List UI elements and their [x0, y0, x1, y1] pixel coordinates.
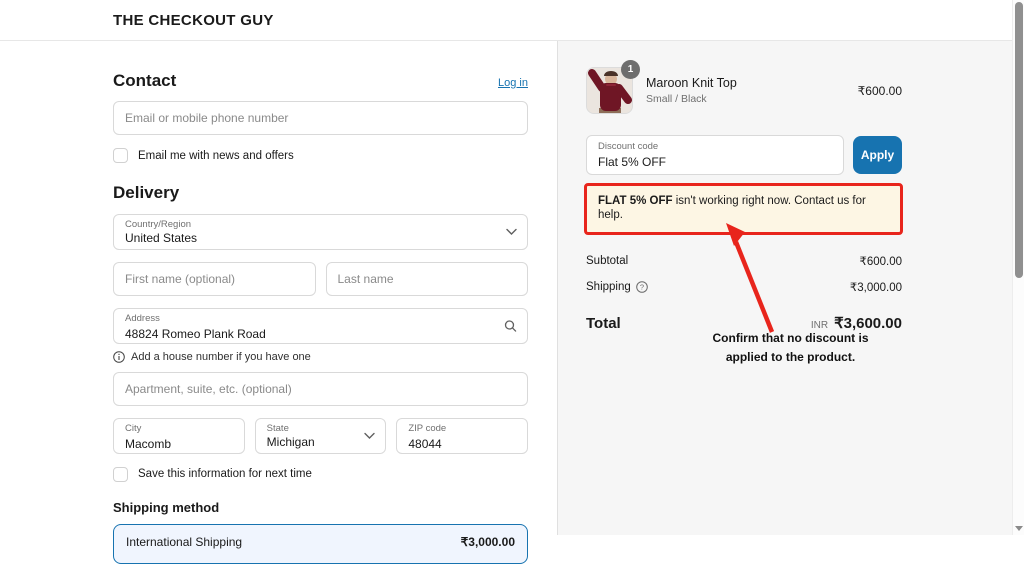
country-region-value: United States — [125, 230, 198, 245]
product-variant: Small / Black — [646, 93, 707, 105]
discount-error-banner: FLAT 5% OFF isn't working right now. Con… — [587, 186, 900, 232]
state-select[interactable]: State Michigan — [254, 417, 387, 454]
subtotal-row: Subtotal ₹600.00 — [586, 254, 902, 268]
subtotal-value: ₹600.00 — [859, 255, 903, 268]
checkout-form-column: Contact Log in Email me with news and of… — [0, 41, 557, 564]
annotation-note-line2: applied to the product. — [725, 349, 856, 364]
help-icon[interactable]: ? — [635, 280, 648, 293]
login-link[interactable]: Log in — [498, 77, 528, 89]
news-offers-checkbox-row[interactable]: Email me with news and offers — [113, 148, 528, 164]
country-region-select[interactable]: Country/Region United States — [113, 213, 528, 250]
shipping-option-international[interactable]: International Shipping ₹3,000.00 — [113, 523, 528, 564]
scrollbar-down-arrow-icon[interactable] — [1015, 526, 1023, 531]
news-offers-label: Email me with news and offers — [138, 149, 294, 162]
store-logo-text[interactable]: THE CHECKOUT GUY — [113, 12, 274, 29]
shipping-label: Shipping — [586, 280, 631, 293]
chevron-down-icon — [364, 432, 376, 439]
address-label: Address — [125, 312, 160, 324]
address-hint-row: Add a house number if you have one — [113, 351, 528, 363]
discount-field-box[interactable]: Discount code — [586, 135, 844, 175]
discount-code-label: Discount code — [598, 141, 659, 152]
error-highlight-box: FLAT 5% OFF isn't working right now. Con… — [584, 183, 903, 235]
search-icon — [504, 319, 517, 332]
state-value: Michigan — [266, 434, 315, 449]
order-summary-column: 1 Maroon Knit Top Small / Black ₹600.00 … — [557, 41, 1024, 535]
state-label: State — [266, 422, 289, 434]
info-icon — [113, 350, 125, 363]
country-region-label: Country/Region — [125, 218, 192, 230]
apartment-field[interactable] — [113, 371, 528, 406]
zip-field-box[interactable]: ZIP code — [396, 417, 529, 454]
checkout-content: Contact Log in Email me with news and of… — [0, 41, 1024, 564]
annotation-note-line1: Confirm that no discount is — [712, 331, 869, 345]
shipping-method-title: Shipping method — [113, 499, 220, 515]
first-name-field[interactable] — [113, 261, 316, 296]
shipping-row: Shipping ? ₹3,000.00 — [586, 280, 902, 294]
city-field[interactable] — [125, 436, 233, 453]
news-offers-checkbox[interactable] — [113, 148, 128, 164]
product-price: ₹600.00 — [857, 83, 902, 98]
total-label: Total — [586, 314, 621, 332]
svg-text:?: ? — [640, 282, 644, 291]
address-hint-text: Add a house number if you have one — [131, 350, 311, 363]
product-title: Maroon Knit Top — [646, 76, 737, 90]
discount-code-field[interactable] — [598, 154, 832, 171]
city-label: City — [125, 422, 142, 434]
contact-section-title: Contact — [113, 71, 177, 90]
shipping-option-name: International Shipping — [126, 534, 243, 549]
email-field[interactable] — [113, 101, 528, 136]
apply-discount-button[interactable]: Apply — [853, 136, 902, 174]
quantity-badge: 1 — [621, 60, 640, 79]
zip-field[interactable] — [408, 436, 517, 453]
discount-row: Discount code Apply — [586, 135, 902, 175]
address-field-box[interactable]: Address — [113, 307, 528, 344]
address-field[interactable] — [125, 326, 516, 343]
delivery-section-title: Delivery — [113, 183, 180, 203]
save-info-label: Save this information for next time — [138, 468, 312, 481]
save-info-checkbox-row[interactable]: Save this information for next time — [113, 466, 528, 482]
vertical-scrollbar[interactable] — [1012, 0, 1024, 535]
zip-label: ZIP code — [408, 422, 447, 434]
discount-error-code: FLAT 5% OFF — [598, 195, 673, 207]
scrollbar-thumb[interactable] — [1015, 2, 1023, 278]
checkout-header: THE CHECKOUT GUY — [0, 0, 1024, 41]
shipping-value: ₹3,000.00 — [849, 281, 902, 294]
city-field-box[interactable]: City — [113, 417, 245, 454]
annotation-note: Confirm that no discount is applied to t… — [698, 329, 883, 366]
shipping-option-price: ₹3,000.00 — [460, 534, 515, 549]
save-info-checkbox[interactable] — [113, 466, 128, 482]
cart-line-item: 1 Maroon Knit Top Small / Black ₹600.00 — [586, 60, 902, 114]
chevron-down-icon — [506, 228, 517, 235]
subtotal-label: Subtotal — [586, 254, 629, 267]
last-name-field[interactable] — [325, 261, 528, 296]
